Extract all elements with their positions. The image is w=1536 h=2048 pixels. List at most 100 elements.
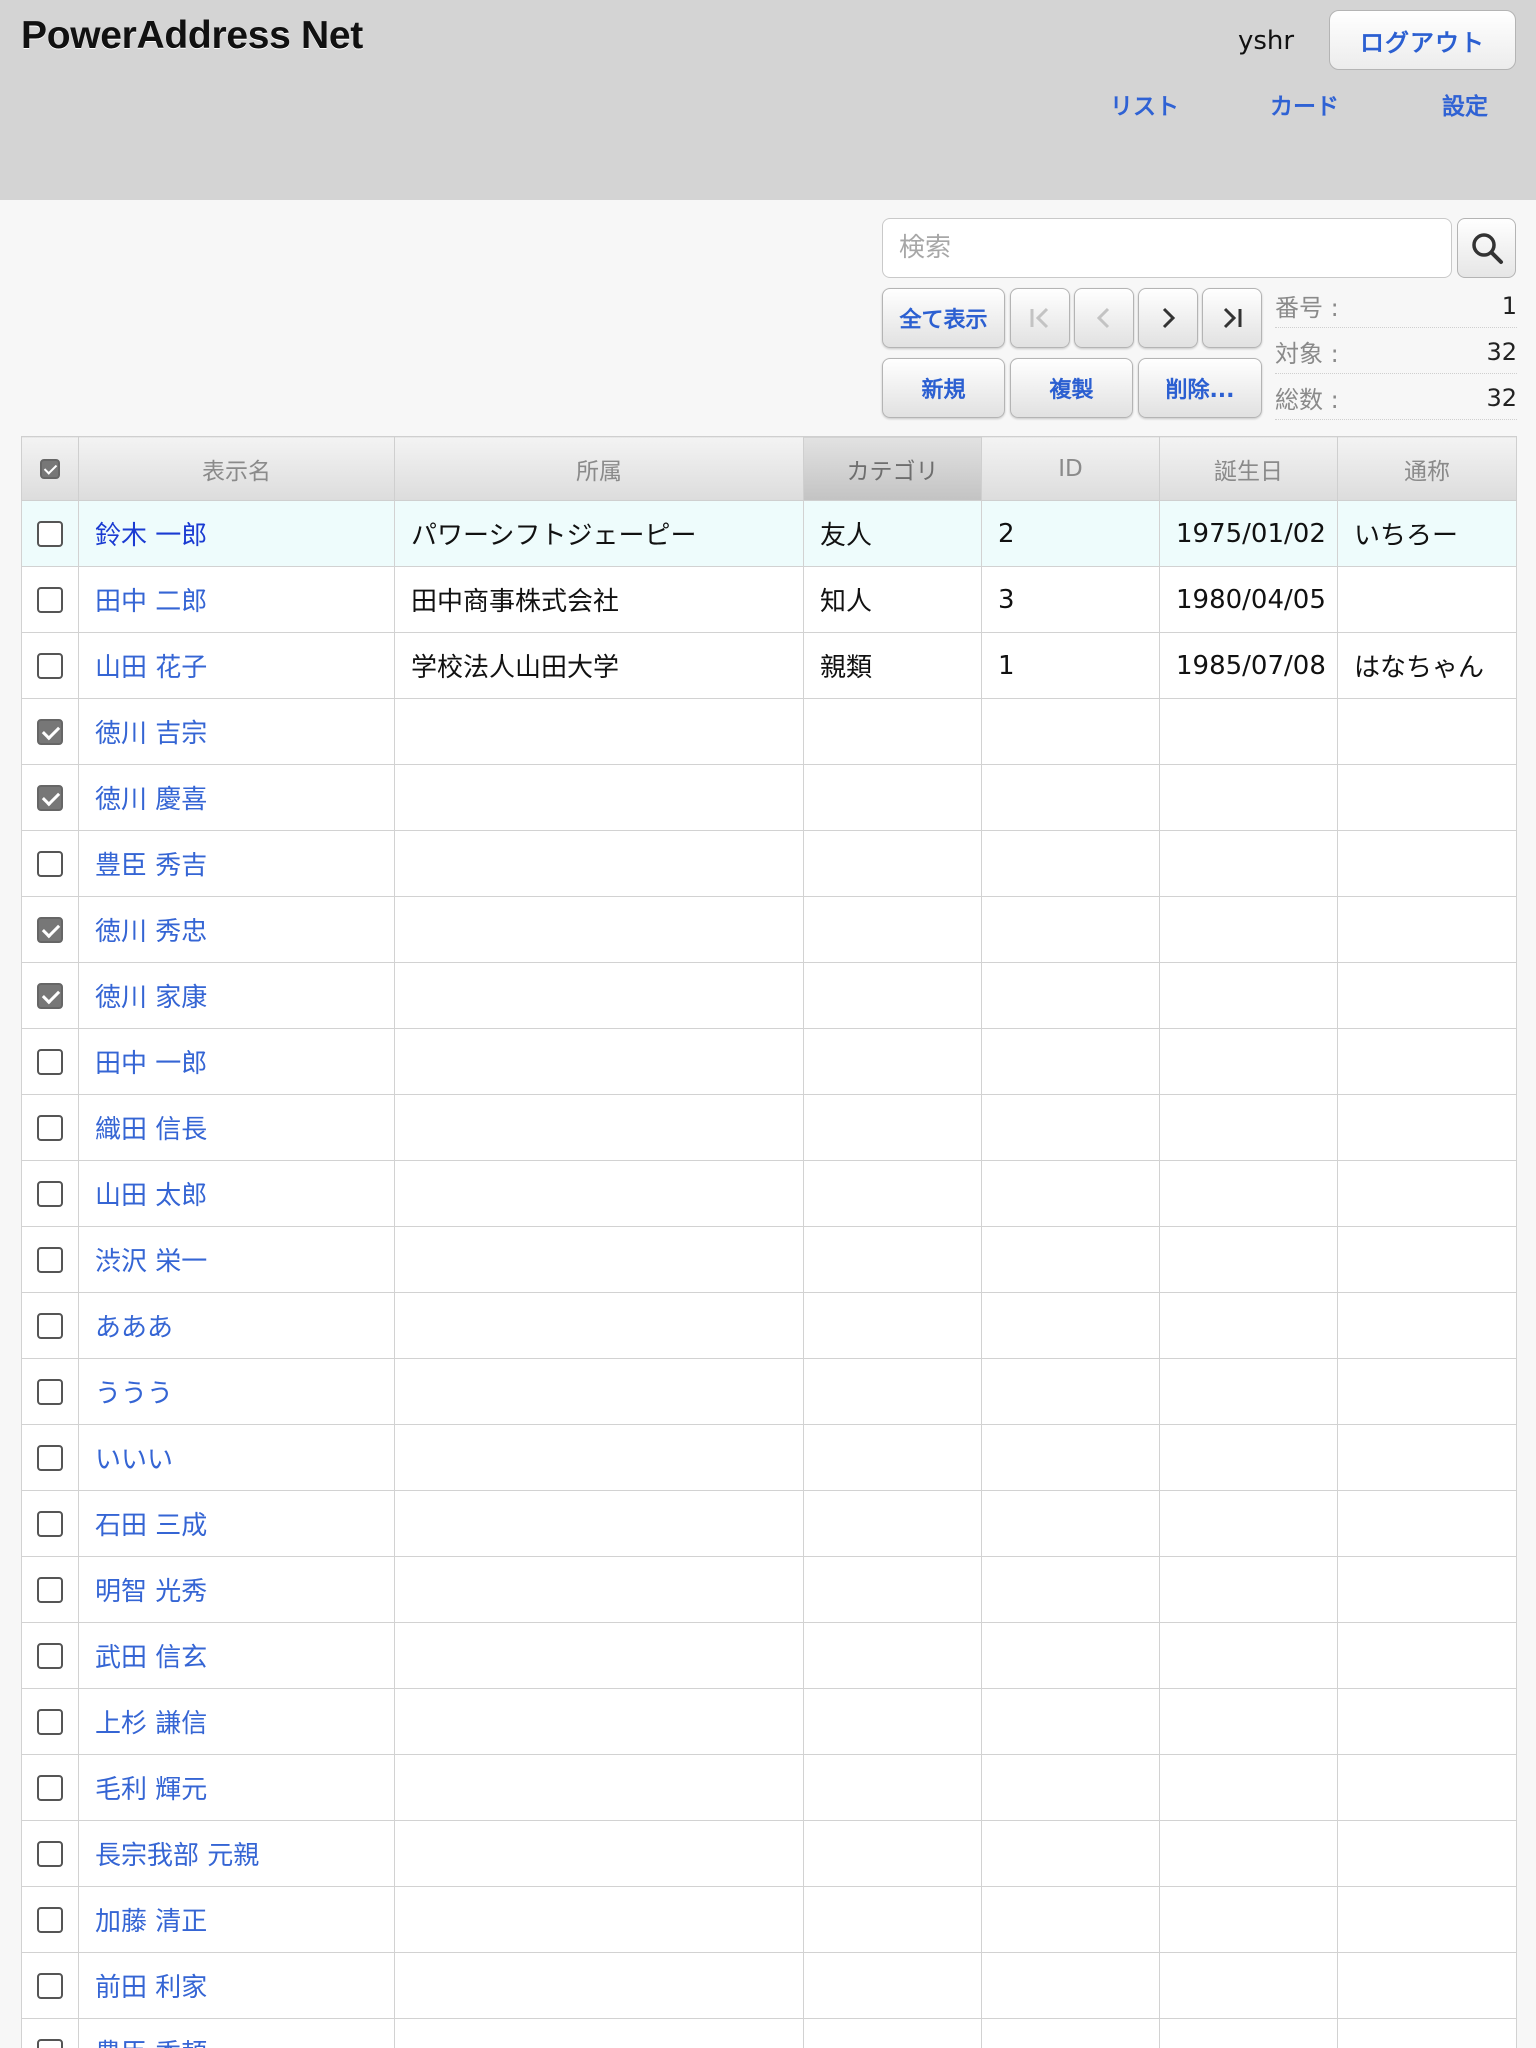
row-checkbox-cell[interactable] [21, 1688, 79, 1755]
row-checkbox-cell[interactable] [21, 1820, 79, 1887]
display-name-cell[interactable]: 前田 利家 [78, 1952, 395, 2019]
column-header-affiliation[interactable]: 所属 [394, 436, 804, 501]
delete-record-button[interactable]: 削除... [1138, 358, 1262, 418]
display-name-cell[interactable]: 田中 一郎 [78, 1028, 395, 1095]
display-name-cell[interactable]: 長宗我部 元親 [78, 1820, 395, 1887]
nav-card-link[interactable]: カード [1270, 87, 1339, 121]
row-checkbox[interactable] [37, 1775, 63, 1801]
row-checkbox[interactable] [37, 1247, 63, 1273]
first-record-button[interactable] [1010, 288, 1070, 348]
row-checkbox-cell[interactable] [21, 764, 79, 831]
row-checkbox[interactable] [37, 2039, 63, 2048]
display-name-cell[interactable]: 明智 光秀 [78, 1556, 395, 1623]
nav-list-link[interactable]: リスト [1110, 87, 1179, 121]
column-header-nickname[interactable]: 通称 [1337, 436, 1517, 501]
table-row[interactable]: 石田 三成 [21, 1490, 1517, 1557]
display-name-cell[interactable]: 鈴木 一郎 [78, 500, 395, 567]
search-button[interactable] [1457, 218, 1516, 278]
row-checkbox-cell[interactable] [21, 1028, 79, 1095]
row-checkbox-cell[interactable] [21, 1094, 79, 1161]
column-header-category[interactable]: カテゴリ [803, 436, 982, 501]
table-row[interactable]: 渋沢 栄一 [21, 1226, 1517, 1293]
row-checkbox-cell[interactable] [21, 500, 79, 567]
table-row[interactable]: 徳川 家康 [21, 962, 1517, 1029]
table-row[interactable]: 徳川 秀忠 [21, 896, 1517, 963]
show-all-button[interactable]: 全て表示 [882, 288, 1005, 348]
row-checkbox[interactable] [37, 1973, 63, 1999]
table-row[interactable]: 山田 太郎 [21, 1160, 1517, 1227]
row-checkbox-cell[interactable] [21, 1952, 79, 2019]
display-name-cell[interactable]: 徳川 家康 [78, 962, 395, 1029]
row-checkbox[interactable] [37, 1577, 63, 1603]
display-name-cell[interactable]: 田中 二郎 [78, 566, 395, 633]
row-checkbox[interactable] [37, 917, 63, 943]
display-name-cell[interactable]: 豊臣 秀頼 [78, 2018, 395, 2048]
display-name-cell[interactable]: ううう [78, 1358, 395, 1425]
row-checkbox-cell[interactable] [21, 1490, 79, 1557]
next-record-button[interactable] [1138, 288, 1198, 348]
display-name-cell[interactable]: 毛利 輝元 [78, 1754, 395, 1821]
display-name-cell[interactable]: 加藤 清正 [78, 1886, 395, 1953]
column-header-id[interactable]: ID [981, 436, 1160, 501]
display-name-cell[interactable]: 豊臣 秀吉 [78, 830, 395, 897]
row-checkbox[interactable] [37, 1511, 63, 1537]
row-checkbox[interactable] [37, 1181, 63, 1207]
table-row[interactable]: 鈴木 一郎 パワーシフトジェーピー 友人 2 1975/01/02 いちろー [21, 500, 1517, 567]
row-checkbox[interactable] [37, 1445, 63, 1471]
table-row[interactable]: 前田 利家 [21, 1952, 1517, 2019]
display-name-cell[interactable]: 徳川 慶喜 [78, 764, 395, 831]
row-checkbox[interactable] [37, 1313, 63, 1339]
row-checkbox-cell[interactable] [21, 1622, 79, 1689]
table-row[interactable]: 織田 信長 [21, 1094, 1517, 1161]
table-row[interactable]: 豊臣 秀吉 [21, 830, 1517, 897]
table-row[interactable]: 加藤 清正 [21, 1886, 1517, 1953]
row-checkbox[interactable] [37, 1709, 63, 1735]
row-checkbox[interactable] [37, 1379, 63, 1405]
column-header-birthday[interactable]: 誕生日 [1159, 436, 1338, 501]
table-row[interactable]: 徳川 吉宗 [21, 698, 1517, 765]
table-row[interactable]: 田中 一郎 [21, 1028, 1517, 1095]
row-checkbox-cell[interactable] [21, 896, 79, 963]
table-row[interactable]: 上杉 謙信 [21, 1688, 1517, 1755]
row-checkbox-cell[interactable] [21, 1358, 79, 1425]
table-row[interactable]: 武田 信玄 [21, 1622, 1517, 1689]
table-row[interactable]: 徳川 慶喜 [21, 764, 1517, 831]
display-name-cell[interactable]: 渋沢 栄一 [78, 1226, 395, 1293]
display-name-cell[interactable]: 徳川 吉宗 [78, 698, 395, 765]
previous-record-button[interactable] [1074, 288, 1134, 348]
row-checkbox-cell[interactable] [21, 632, 79, 699]
display-name-cell[interactable]: 武田 信玄 [78, 1622, 395, 1689]
row-checkbox-cell[interactable] [21, 2018, 79, 2048]
row-checkbox[interactable] [37, 719, 63, 745]
display-name-cell[interactable]: あああ [78, 1292, 395, 1359]
display-name-cell[interactable]: 山田 太郎 [78, 1160, 395, 1227]
table-row[interactable]: 毛利 輝元 [21, 1754, 1517, 1821]
row-checkbox-cell[interactable] [21, 962, 79, 1029]
row-checkbox[interactable] [37, 1841, 63, 1867]
display-name-cell[interactable]: 上杉 謙信 [78, 1688, 395, 1755]
table-row[interactable]: 田中 二郎 田中商事株式会社 知人 3 1980/04/05 [21, 566, 1517, 633]
search-input[interactable] [882, 218, 1452, 278]
duplicate-record-button[interactable]: 複製 [1010, 358, 1133, 418]
row-checkbox[interactable] [37, 1049, 63, 1075]
row-checkbox[interactable] [37, 521, 63, 547]
row-checkbox[interactable] [37, 653, 63, 679]
logout-button[interactable]: ログアウト [1329, 10, 1516, 70]
row-checkbox-cell[interactable] [21, 1424, 79, 1491]
table-row[interactable]: いいい [21, 1424, 1517, 1491]
row-checkbox-cell[interactable] [21, 566, 79, 633]
select-all-checkbox[interactable] [40, 459, 60, 479]
row-checkbox-cell[interactable] [21, 1292, 79, 1359]
select-all-checkbox-header[interactable] [21, 436, 79, 501]
row-checkbox[interactable] [37, 1115, 63, 1141]
row-checkbox[interactable] [37, 1907, 63, 1933]
display-name-cell[interactable]: いいい [78, 1424, 395, 1491]
table-row[interactable]: 豊臣 秀頼 [21, 2018, 1517, 2048]
row-checkbox[interactable] [37, 983, 63, 1009]
table-row[interactable]: あああ [21, 1292, 1517, 1359]
new-record-button[interactable]: 新規 [882, 358, 1005, 418]
table-row[interactable]: 長宗我部 元親 [21, 1820, 1517, 1887]
row-checkbox[interactable] [37, 785, 63, 811]
display-name-cell[interactable]: 山田 花子 [78, 632, 395, 699]
table-row[interactable]: 明智 光秀 [21, 1556, 1517, 1623]
